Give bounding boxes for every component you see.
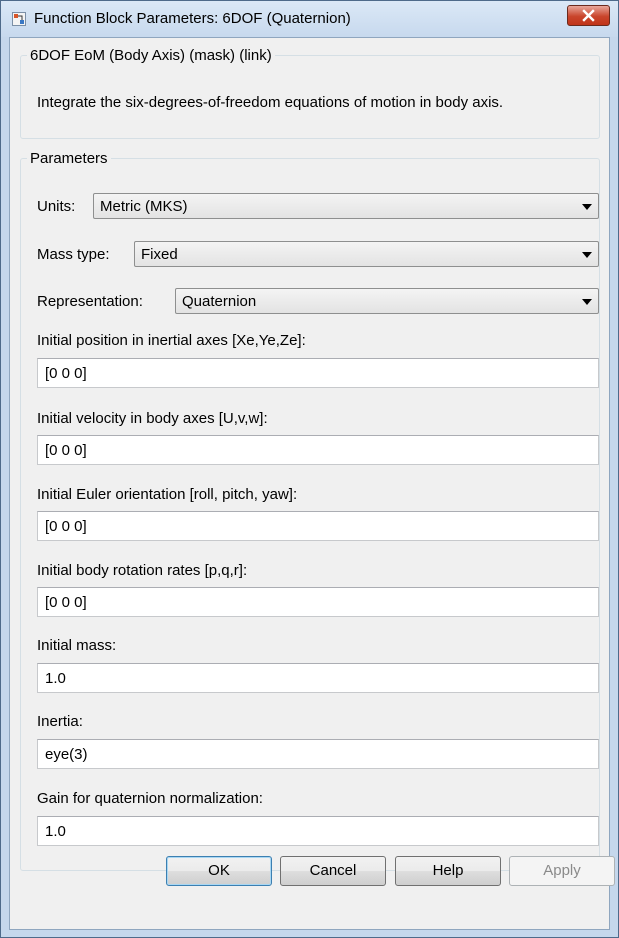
initial-euler-label: Initial Euler orientation [roll, pitch, … (37, 486, 298, 503)
initial-mass-label: Initial mass: (37, 637, 117, 654)
apply-button[interactable]: Apply (509, 856, 615, 886)
dialog-window: Function Block Parameters: 6DOF (Quatern… (0, 0, 619, 938)
initial-mass-field[interactable]: 1.0 (37, 663, 599, 693)
simulink-block-icon (12, 12, 26, 26)
block-description: Integrate the six-degrees-of-freedom equ… (37, 94, 504, 111)
quaternion-gain-label: Gain for quaternion normalization: (37, 790, 263, 807)
title-bar[interactable]: Function Block Parameters: 6DOF (Quatern… (1, 1, 618, 37)
mass-type-label: Mass type: (37, 246, 110, 263)
representation-label: Representation: (37, 293, 143, 310)
representation-dropdown[interactable]: Quaternion (175, 288, 599, 314)
units-value: Metric (MKS) (100, 198, 188, 215)
units-dropdown[interactable]: Metric (MKS) (93, 193, 599, 219)
parameters-group-label: Parameters (30, 150, 108, 167)
representation-value: Quaternion (182, 293, 257, 310)
ok-button[interactable]: OK (166, 856, 272, 886)
mass-type-dropdown[interactable]: Fixed (134, 241, 599, 267)
chevron-down-icon (582, 299, 592, 305)
description-group-label: 6DOF EoM (Body Axis) (mask) (link) (30, 47, 272, 64)
inertia-field[interactable]: eye(3) (37, 739, 599, 769)
initial-velocity-field[interactable]: [0 0 0] (37, 435, 599, 465)
inertia-label: Inertia: (37, 713, 83, 730)
quaternion-gain-field[interactable]: 1.0 (37, 816, 599, 846)
close-button[interactable] (567, 5, 610, 26)
initial-euler-value: [0 0 0] (45, 518, 87, 535)
mass-type-value: Fixed (141, 246, 178, 263)
chevron-down-icon (582, 252, 592, 258)
initial-position-value: [0 0 0] (45, 365, 87, 382)
initial-mass-value: 1.0 (45, 670, 66, 687)
window-title: Function Block Parameters: 6DOF (Quatern… (34, 10, 351, 27)
quaternion-gain-value: 1.0 (45, 823, 66, 840)
chevron-down-icon (582, 204, 592, 210)
help-button[interactable]: Help (395, 856, 501, 886)
description-group: 6DOF EoM (Body Axis) (mask) (link) Integ… (20, 47, 600, 139)
initial-position-label: Initial position in inertial axes [Xe,Ye… (37, 332, 306, 349)
units-label: Units: (37, 198, 76, 215)
dialog-body: 6DOF EoM (Body Axis) (mask) (link) Integ… (9, 37, 610, 930)
initial-velocity-label: Initial velocity in body axes [U,v,w]: (37, 410, 268, 427)
initial-position-field[interactable]: [0 0 0] (37, 358, 599, 388)
initial-velocity-value: [0 0 0] (45, 442, 87, 459)
initial-rates-label: Initial body rotation rates [p,q,r]: (37, 562, 248, 579)
initial-euler-field[interactable]: [0 0 0] (37, 511, 599, 541)
inertia-value: eye(3) (45, 746, 88, 763)
initial-rates-value: [0 0 0] (45, 594, 87, 611)
initial-rates-field[interactable]: [0 0 0] (37, 587, 599, 617)
close-x-icon (582, 9, 595, 22)
cancel-button[interactable]: Cancel (280, 856, 386, 886)
